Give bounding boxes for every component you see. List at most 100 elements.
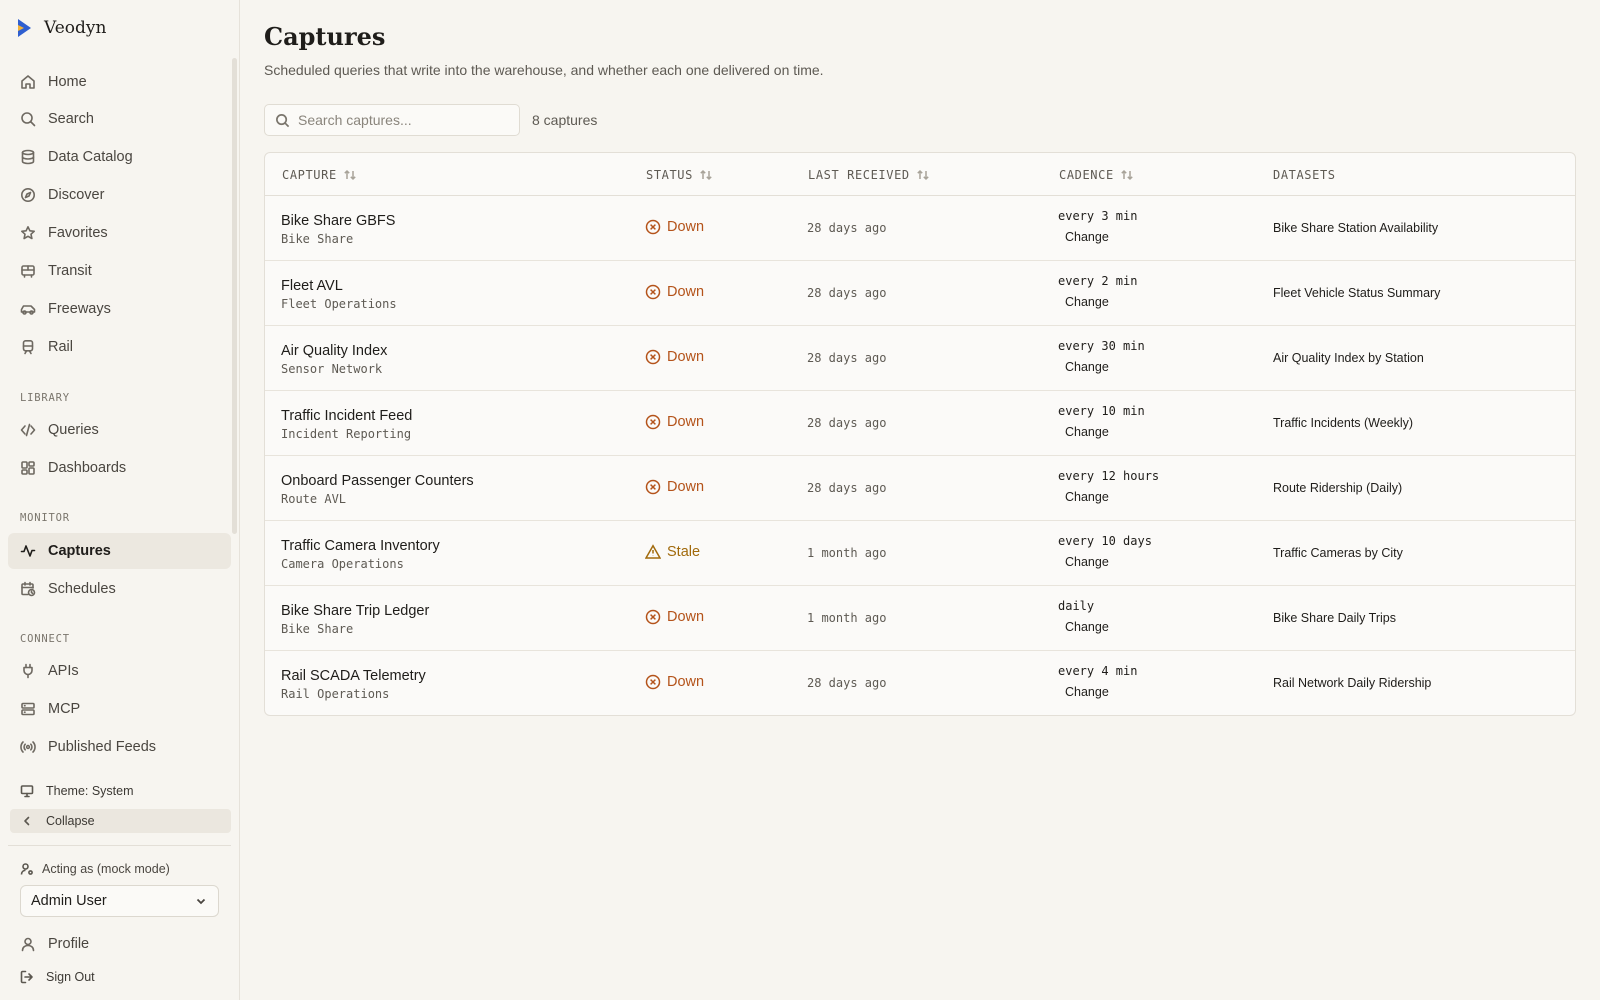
- warning-triangle-icon: [645, 544, 661, 559]
- sidebar-item-published-feeds[interactable]: Published Feeds: [8, 729, 231, 765]
- broadcast-icon: [20, 741, 36, 753]
- sort-icon: [1121, 169, 1133, 180]
- dataset-link[interactable]: Route Ridership (Daily): [1273, 481, 1402, 495]
- last-received: 28 days ago: [807, 416, 887, 430]
- sidebar-item-home[interactable]: Home: [8, 64, 231, 100]
- sidebar-item-search[interactable]: Search: [8, 101, 231, 137]
- compass-icon: [21, 188, 35, 202]
- theme-toggle[interactable]: Theme: System: [10, 779, 231, 803]
- column-header-cadence[interactable]: CADENCE: [1059, 153, 1134, 196]
- sidebar-item-schedules[interactable]: Schedules: [8, 571, 231, 607]
- dataset-link[interactable]: Traffic Cameras by City: [1273, 546, 1403, 560]
- cadence-value: every 3 min: [1058, 209, 1138, 223]
- sidebar-item-label: Freeways: [48, 301, 111, 317]
- sidebar-item-label: Captures: [48, 543, 111, 559]
- table-row[interactable]: Fleet AVL Fleet Operations Down 28 days ago…: [265, 261, 1575, 326]
- sidebar-item-label: Profile: [48, 936, 90, 952]
- brand[interactable]: Veodyn: [14, 16, 106, 40]
- last-received: 28 days ago: [807, 286, 887, 300]
- sidebar-item-label: Rail: [48, 339, 73, 355]
- column-header-last-received[interactable]: LAST RECEIVED: [808, 153, 930, 196]
- sidebar-item-discover[interactable]: Discover: [8, 177, 231, 213]
- dataset-link[interactable]: Air Quality Index by Station: [1273, 351, 1424, 365]
- dataset-link[interactable]: Traffic Incidents (Weekly): [1273, 416, 1413, 430]
- table-row[interactable]: Traffic Incident Feed Incident Reporting D…: [265, 391, 1575, 456]
- acting-user-value: Admin User: [31, 893, 107, 909]
- sidebar-item-label: Data Catalog: [48, 149, 133, 165]
- sidebar-item-favorites[interactable]: Favorites: [8, 215, 231, 251]
- theme-label: Theme: System: [46, 784, 134, 798]
- capture-name[interactable]: Traffic Incident Feed: [281, 408, 412, 424]
- column-header-status[interactable]: STATUS: [646, 153, 713, 196]
- sidebar-item-transit[interactable]: Transit: [8, 253, 231, 289]
- table-row[interactable]: Bike Share GBFS Bike Share Down 28 days ago…: [265, 196, 1575, 261]
- search-captures[interactable]: [264, 104, 520, 136]
- capture-owner: Bike Share: [281, 622, 354, 636]
- cadence-value: every 10 days: [1058, 534, 1152, 548]
- status-label: Down: [667, 674, 705, 690]
- plug-icon: [23, 663, 33, 679]
- sidebar-item-freeways[interactable]: Freeways: [8, 291, 231, 327]
- status-label: Down: [667, 479, 705, 495]
- change-cadence-button[interactable]: Change: [1065, 620, 1109, 634]
- dataset-link[interactable]: Bike Share Station Availability: [1273, 221, 1438, 235]
- sidebar-item-apis[interactable]: APIs: [8, 653, 231, 689]
- cadence-value: every 10 min: [1058, 404, 1145, 418]
- sidebar-item-mcp[interactable]: MCP: [8, 691, 231, 727]
- x-circle-icon: [645, 479, 661, 495]
- capture-name[interactable]: Fleet AVL: [281, 278, 343, 294]
- x-circle-icon: [645, 284, 661, 300]
- table-row[interactable]: Bike Share Trip Ledger Bike Share Down 1 mo…: [265, 586, 1575, 651]
- sidebar-item-label: APIs: [48, 663, 79, 679]
- dataset-link[interactable]: Bike Share Daily Trips: [1273, 611, 1396, 625]
- dataset-link[interactable]: Rail Network Daily Ridership: [1273, 676, 1431, 690]
- capture-name[interactable]: Bike Share GBFS: [281, 213, 395, 229]
- column-header-datasets: DATASETS: [1273, 167, 1336, 182]
- sidebar-item-queries[interactable]: Queries: [8, 412, 231, 448]
- train-icon: [22, 339, 34, 355]
- capture-owner: Rail Operations: [281, 687, 390, 701]
- capture-name[interactable]: Traffic Camera Inventory: [281, 538, 440, 554]
- table-row[interactable]: Rail SCADA Telemetry Rail Operations Down 2…: [265, 651, 1575, 715]
- sidebar-item-rail[interactable]: Rail: [8, 329, 231, 365]
- sidebar-item-captures[interactable]: Captures: [8, 533, 231, 569]
- sidebar-item-label: Transit: [48, 263, 92, 279]
- change-cadence-button[interactable]: Change: [1065, 360, 1109, 374]
- capture-name[interactable]: Onboard Passenger Counters: [281, 473, 474, 489]
- sidebar: Veodyn Home Search Data Catalog Discover…: [0, 0, 240, 1000]
- section-label-connect: CONNECT: [20, 633, 70, 645]
- last-received: 1 month ago: [807, 611, 887, 625]
- change-cadence-button[interactable]: Change: [1065, 425, 1109, 439]
- search-input[interactable]: [298, 112, 498, 128]
- sidebar-item-label: Dashboards: [48, 460, 127, 476]
- x-circle-icon: [645, 219, 661, 235]
- chevron-down-icon: [196, 898, 206, 905]
- sidebar-item-data-catalog[interactable]: Data Catalog: [8, 139, 231, 175]
- sign-out-button[interactable]: Sign Out: [10, 965, 231, 989]
- capture-name[interactable]: Bike Share Trip Ledger: [281, 603, 429, 619]
- sidebar-scrollbar[interactable]: [232, 58, 237, 534]
- column-header-capture[interactable]: CAPTURE: [282, 153, 357, 196]
- sidebar-item-label: Schedules: [48, 581, 116, 597]
- table-row[interactable]: Onboard Passenger Counters Route AVL Down 2…: [265, 456, 1575, 521]
- sidebar-item-profile[interactable]: Profile: [8, 926, 231, 962]
- acting-user-select[interactable]: Admin User: [20, 885, 219, 917]
- dataset-link[interactable]: Fleet Vehicle Status Summary: [1273, 286, 1440, 300]
- table-header: CAPTURE STATUS LAST RECEIVED CADENCE DAT…: [265, 153, 1575, 196]
- user-cog-icon: [20, 863, 33, 875]
- database-icon: [21, 149, 35, 165]
- table-row[interactable]: Traffic Camera Inventory Camera Operation…: [265, 521, 1575, 586]
- table-row[interactable]: Air Quality Index Sensor Network Down 28 da…: [265, 326, 1575, 391]
- cadence-value: daily: [1058, 599, 1095, 613]
- change-cadence-button[interactable]: Change: [1065, 230, 1109, 244]
- change-cadence-button[interactable]: Change: [1065, 295, 1109, 309]
- capture-name[interactable]: Rail SCADA Telemetry: [281, 668, 426, 684]
- chevron-left-icon: [24, 816, 30, 826]
- change-cadence-button[interactable]: Change: [1065, 490, 1109, 504]
- sidebar-item-dashboards[interactable]: Dashboards: [8, 450, 231, 486]
- collapse-button[interactable]: Collapse: [10, 809, 231, 833]
- capture-name[interactable]: Air Quality Index: [281, 343, 387, 359]
- change-cadence-button[interactable]: Change: [1065, 555, 1109, 569]
- change-cadence-button[interactable]: Change: [1065, 685, 1109, 699]
- status-label: Down: [667, 219, 705, 235]
